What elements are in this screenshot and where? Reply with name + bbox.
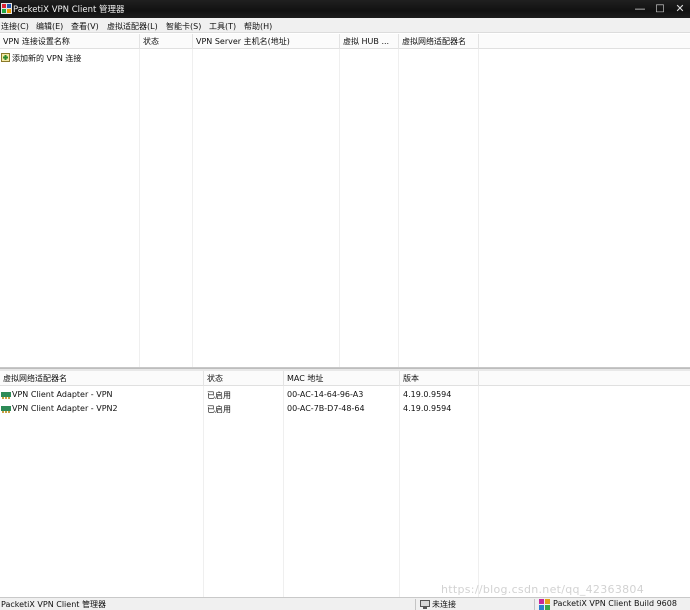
menu-virtual-adapter[interactable]: 虚拟适配器(L) (107, 21, 158, 32)
menu-smart-card[interactable]: 智能卡(S) (166, 21, 201, 32)
status-separator (534, 599, 535, 610)
adapter-status: 已启用 (207, 405, 231, 414)
column-adapter-name[interactable]: 虚拟网络适配器名 (0, 371, 204, 386)
title-bar: PacketiX VPN Client 管理器 — □ ✕ (0, 0, 690, 18)
connection-list[interactable]: VPN 连接设置名称 状态 VPN Server 主机名(地址) 虚拟 HUB … (0, 34, 690, 368)
column-connection-name[interactable]: VPN 连接设置名称 (0, 34, 140, 49)
column-divider (192, 49, 193, 367)
status-connection: 未连接 (432, 600, 456, 609)
adapter-version: 4.19.0.9594 (403, 404, 452, 413)
network-adapter-icon (1, 406, 11, 413)
column-server-host[interactable]: VPN Server 主机名(地址) (193, 34, 340, 49)
maximize-button[interactable]: □ (650, 0, 670, 18)
column-virtual-hub[interactable]: 虚拟 HUB ... (340, 34, 399, 49)
column-divider (478, 49, 479, 367)
column-divider (139, 49, 140, 367)
column-divider (283, 386, 284, 597)
adapter-list[interactable]: 虚拟网络适配器名 状态 MAC 地址 版本 VPN Client Adapter… (0, 371, 690, 597)
add-connection-label: 添加新的 VPN 连接 (12, 54, 82, 63)
column-divider (399, 386, 400, 597)
column-divider (398, 49, 399, 367)
adapter-mac: 00-AC-7B-D7-48-64 (287, 404, 365, 413)
column-divider (339, 49, 340, 367)
adapter-name: VPN Client Adapter - VPN2 (12, 404, 118, 413)
column-mac-address[interactable]: MAC 地址 (284, 371, 400, 386)
menu-help[interactable]: 帮助(H) (244, 21, 272, 32)
column-adapter-name[interactable]: 虚拟网络适配器名 (399, 34, 479, 49)
menu-connect[interactable]: 连接(C) (1, 21, 29, 32)
menu-tools[interactable]: 工具(T) (209, 21, 236, 32)
network-adapter-icon (1, 392, 11, 399)
status-app-name: PacketiX VPN Client 管理器 (1, 600, 106, 609)
app-logo-icon (539, 599, 550, 610)
adapter-list-header: 虚拟网络适配器名 状态 MAC 地址 版本 (0, 371, 690, 386)
column-divider (478, 386, 479, 597)
menu-view[interactable]: 查看(V) (71, 21, 99, 32)
status-separator (415, 599, 416, 610)
disconnected-icon (420, 600, 430, 609)
adapter-name: VPN Client Adapter - VPN (12, 390, 113, 399)
adapter-mac: 00-AC-14-64-96-A3 (287, 390, 364, 399)
adapter-status: 已启用 (207, 391, 231, 400)
adapter-version: 4.19.0.9594 (403, 390, 452, 399)
window-title: PacketiX VPN Client 管理器 (13, 5, 125, 15)
app-icon (1, 3, 12, 14)
connection-list-header: VPN 连接设置名称 状态 VPN Server 主机名(地址) 虚拟 HUB … (0, 34, 690, 49)
close-button[interactable]: ✕ (670, 0, 690, 18)
column-status[interactable]: 状态 (204, 371, 284, 386)
menu-edit[interactable]: 编辑(E) (36, 21, 63, 32)
column-status[interactable]: 状态 (140, 34, 193, 49)
column-divider (203, 386, 204, 597)
status-build: PacketiX VPN Client Build 9608 (553, 599, 677, 608)
watermark: https://blog.csdn.net/qq_42363804 (441, 583, 645, 596)
column-version[interactable]: 版本 (400, 371, 479, 386)
status-bar: PacketiX VPN Client 管理器 未连接 PacketiX VPN… (0, 597, 690, 610)
minimize-button[interactable]: — (630, 0, 650, 18)
add-connection-icon (1, 53, 10, 62)
menu-bar: 连接(C) 编辑(E) 查看(V) 虚拟适配器(L) 智能卡(S) 工具(T) … (0, 18, 690, 33)
